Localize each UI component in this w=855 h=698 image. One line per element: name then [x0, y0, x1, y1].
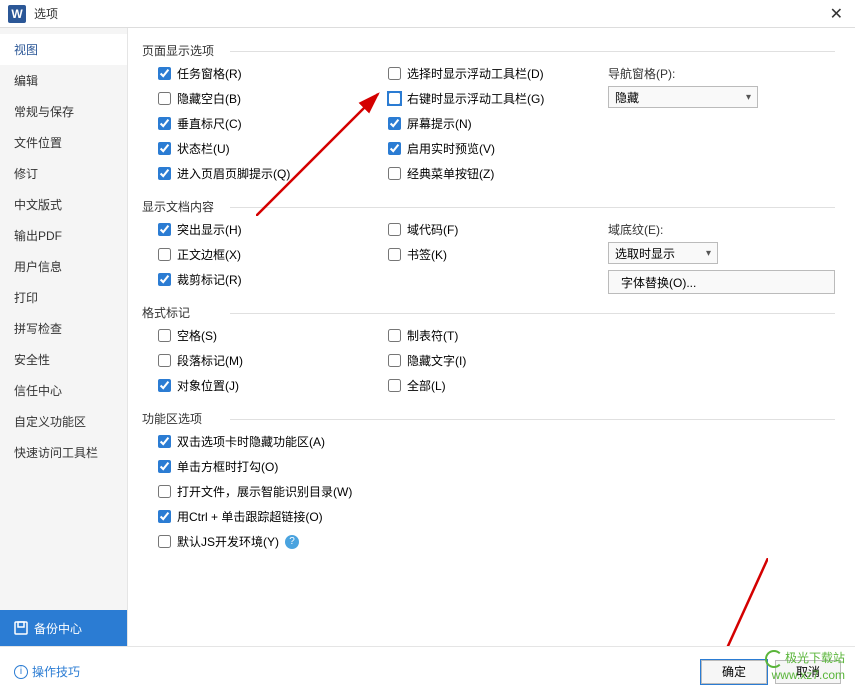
chk-live-preview[interactable]: 启用实时预览(V): [388, 140, 608, 157]
chk-highlight-display[interactable]: 突出显示(H): [158, 221, 388, 238]
chk-paragraph-marks[interactable]: 段落标记(M): [158, 352, 388, 369]
sidebar: 视图 编辑 常规与保存 文件位置 修订 中文版式 输出PDF 用户信息 打印 拼…: [0, 28, 128, 646]
footer: i 操作技巧 确定 取消: [0, 646, 855, 696]
tips-icon: i: [14, 665, 28, 679]
sidebar-item-chinese-layout[interactable]: 中文版式: [0, 189, 127, 220]
tips-link[interactable]: i 操作技巧: [14, 663, 80, 680]
chk-crop-marks[interactable]: 裁剪标记(R): [158, 271, 388, 288]
sidebar-item-view[interactable]: 视图: [0, 34, 127, 65]
titlebar: W 选项 ✕: [0, 0, 855, 28]
chk-tabs[interactable]: 制表符(T): [388, 327, 608, 344]
chk-spaces[interactable]: 空格(S): [158, 327, 388, 344]
chk-hide-blank[interactable]: 隐藏空白(B): [158, 90, 388, 107]
chk-bookmarks[interactable]: 书签(K): [388, 246, 608, 263]
chk-ctrl-click-hyperlink[interactable]: 用Ctrl + 单击跟踪超链接(O): [158, 508, 835, 525]
chk-field-codes[interactable]: 域代码(F): [388, 221, 608, 238]
chk-header-footer-hint[interactable]: 进入页眉页脚提示(Q): [158, 165, 388, 182]
content: 页面显示选项 任务窗格(R) 隐藏空白(B) 垂直标尺(C) 状态栏(U) 进入…: [128, 28, 855, 646]
help-icon[interactable]: ?: [285, 535, 299, 549]
sidebar-item-spellcheck[interactable]: 拼写检查: [0, 313, 127, 344]
chk-dblclick-hide-ribbon[interactable]: 双击选项卡时隐藏功能区(A): [158, 433, 835, 450]
chk-float-toolbar-rightclick[interactable]: 右键时显示浮动工具栏(G): [388, 90, 608, 107]
chk-object-position[interactable]: 对象位置(J): [158, 377, 388, 394]
sidebar-item-security[interactable]: 安全性: [0, 344, 127, 375]
sidebar-item-print[interactable]: 打印: [0, 282, 127, 313]
backup-label: 备份中心: [34, 620, 82, 637]
cancel-button[interactable]: 取消: [775, 660, 841, 684]
font-replace-button[interactable]: 字体替换(O)...: [608, 270, 835, 294]
sidebar-item-file-location[interactable]: 文件位置: [0, 127, 127, 158]
sidebar-item-general-save[interactable]: 常规与保存: [0, 96, 127, 127]
sidebar-items: 视图 编辑 常规与保存 文件位置 修订 中文版式 输出PDF 用户信息 打印 拼…: [0, 28, 127, 610]
chk-text-border[interactable]: 正文边框(X): [158, 246, 388, 263]
chk-hidden-text[interactable]: 隐藏文字(I): [388, 352, 608, 369]
app-icon: W: [8, 5, 26, 23]
section-title-page-display: 页面显示选项: [142, 42, 835, 59]
sidebar-item-quick-access[interactable]: 快速访问工具栏: [0, 437, 127, 468]
chk-open-smart-toc[interactable]: 打开文件，展示智能识别目录(W): [158, 483, 835, 500]
nav-pane-dropdown[interactable]: 隐藏: [608, 86, 758, 108]
field-shading-dropdown[interactable]: 选取时显示: [608, 242, 718, 264]
sidebar-item-customize-ribbon[interactable]: 自定义功能区: [0, 406, 127, 437]
chk-float-toolbar-select[interactable]: 选择时显示浮动工具栏(D): [388, 65, 608, 82]
chk-status-bar[interactable]: 状态栏(U): [158, 140, 388, 157]
sidebar-item-user-info[interactable]: 用户信息: [0, 251, 127, 282]
main: 视图 编辑 常规与保存 文件位置 修订 中文版式 输出PDF 用户信息 打印 拼…: [0, 28, 855, 646]
section-title-ribbon-options: 功能区选项: [142, 410, 835, 427]
chk-click-box-check[interactable]: 单击方框时打勾(O): [158, 458, 835, 475]
sidebar-item-revision[interactable]: 修订: [0, 158, 127, 189]
chk-classic-menu[interactable]: 经典菜单按钮(Z): [388, 165, 608, 182]
sidebar-item-output-pdf[interactable]: 输出PDF: [0, 220, 127, 251]
annotation-arrow-2: [708, 558, 768, 646]
window-title: 选项: [34, 5, 826, 22]
backup-icon: [14, 621, 28, 635]
section-title-format-marks: 格式标记: [142, 304, 835, 321]
backup-center-button[interactable]: 备份中心: [0, 610, 127, 646]
sidebar-item-edit[interactable]: 编辑: [0, 65, 127, 96]
chk-all[interactable]: 全部(L): [388, 377, 608, 394]
sidebar-item-trust-center[interactable]: 信任中心: [0, 375, 127, 406]
chk-task-pane[interactable]: 任务窗格(R): [158, 65, 388, 82]
nav-pane-label: 导航窗格(P):: [608, 65, 835, 82]
chk-screen-tips[interactable]: 屏幕提示(N): [388, 115, 608, 132]
field-shading-label: 域底纹(E):: [608, 221, 835, 238]
ok-button[interactable]: 确定: [701, 660, 767, 684]
section-title-doc-content: 显示文档内容: [142, 198, 835, 215]
chk-default-js-env[interactable]: 默认JS开发环境(Y)?: [158, 533, 835, 550]
chk-vertical-ruler[interactable]: 垂直标尺(C): [158, 115, 388, 132]
close-icon[interactable]: ✕: [826, 4, 847, 24]
